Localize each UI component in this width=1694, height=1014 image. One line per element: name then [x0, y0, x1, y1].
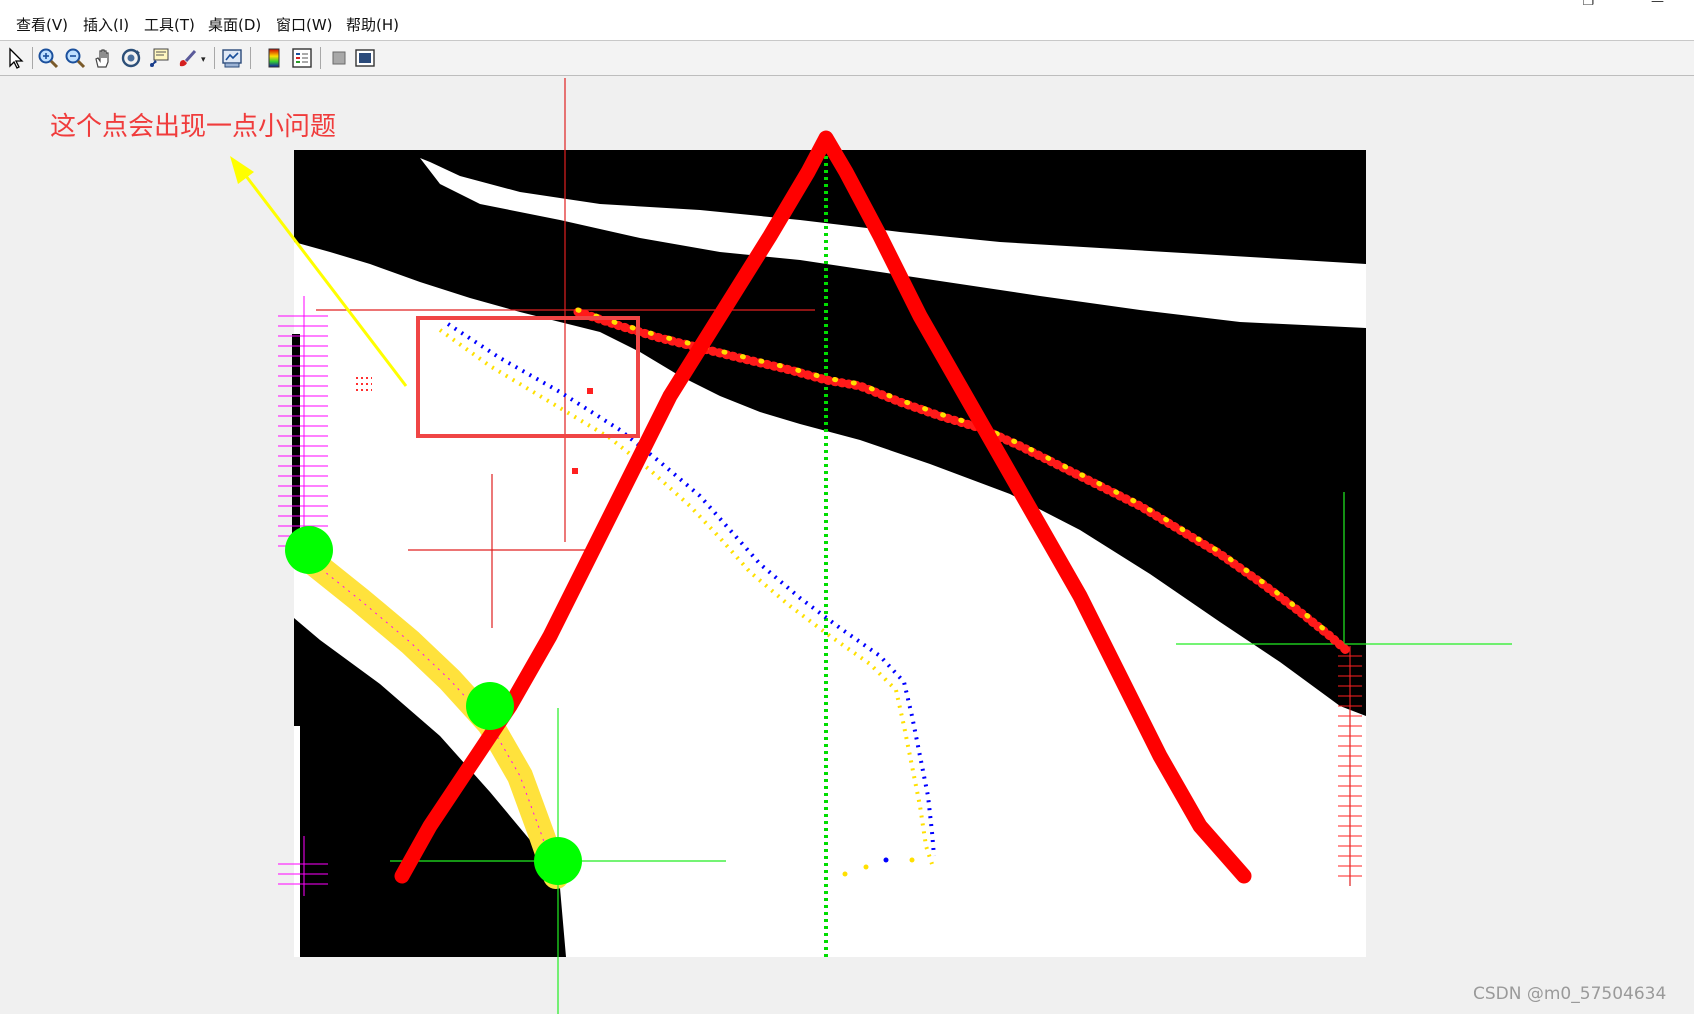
figure-toolbar: ▾	[0, 41, 1694, 76]
rotate-3d-icon[interactable]	[119, 46, 143, 70]
hide-plot-tools-icon[interactable]	[327, 46, 351, 70]
green-marker-left	[285, 526, 333, 574]
select-arrow-icon[interactable]	[4, 46, 28, 70]
zoom-in-icon[interactable]	[36, 46, 60, 70]
pan-hand-icon[interactable]	[91, 46, 115, 70]
minimize-window-icon[interactable]: —	[1651, 0, 1664, 9]
zoom-out-icon[interactable]	[63, 46, 87, 70]
menu-tools[interactable]: 工具(T)	[144, 14, 195, 35]
link-plot-icon[interactable]	[220, 46, 244, 70]
brush-icon[interactable]	[175, 46, 199, 70]
green-marker-middle	[466, 682, 514, 730]
menu-help[interactable]: 帮助(H)	[346, 14, 399, 35]
menu-window[interactable]: 窗口(W)	[276, 14, 333, 35]
menu-insert[interactable]: 插入(I)	[83, 14, 129, 35]
menu-desktop[interactable]: 桌面(D)	[208, 14, 261, 35]
brush-dropdown-icon[interactable]: ▾	[201, 55, 206, 65]
data-cursor-icon[interactable]	[147, 46, 171, 70]
insert-legend-icon[interactable]	[290, 46, 314, 70]
show-plot-tools-icon[interactable]	[353, 46, 377, 70]
restore-window-icon[interactable]: ❐	[1582, 0, 1594, 9]
insert-colorbar-icon[interactable]	[262, 46, 286, 70]
menu-bar: 查看(V) 插入(I) 工具(T) 桌面(D) 窗口(W) 帮助(H)	[0, 0, 1694, 41]
figure-canvas	[230, 78, 1512, 1014]
menu-view[interactable]: 查看(V)	[16, 14, 68, 35]
green-marker-bottom	[534, 837, 582, 885]
watermark-text: CSDN @m0_57504634	[1473, 984, 1667, 1004]
